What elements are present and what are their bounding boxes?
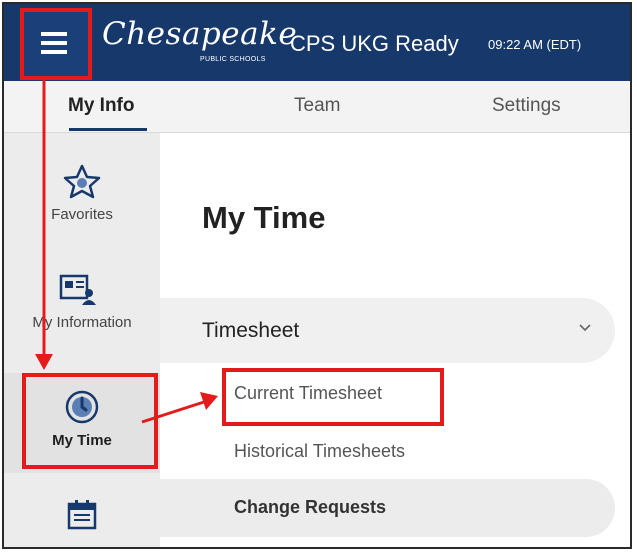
annotation-arrows — [35, 80, 218, 424]
screenshot-frame: Chesapeake PUBLIC SCHOOLS CPS UKG Ready … — [2, 2, 632, 549]
arrow-down-head — [35, 354, 53, 370]
arrow-right-line — [141, 400, 205, 424]
